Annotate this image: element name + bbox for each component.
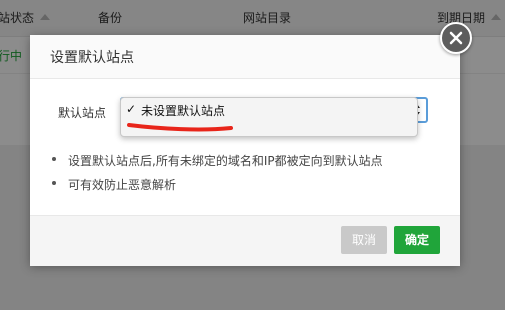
default-site-label: 默认站点 bbox=[58, 106, 107, 120]
bullet-icon bbox=[52, 157, 56, 161]
list-item: 可有效防止恶意解析 bbox=[52, 176, 383, 200]
note-list: 设置默认站点后,所有未绑定的域名和IP都被定向到默认站点 可有效防止恶意解析 bbox=[52, 152, 383, 200]
dialog-header: 设置默认站点 bbox=[30, 35, 460, 79]
dialog-title: 设置默认站点 bbox=[50, 50, 134, 66]
bullet-icon bbox=[52, 181, 56, 185]
close-button[interactable] bbox=[440, 22, 472, 54]
select-dropdown: ✓ 未设置默认站点 bbox=[120, 97, 418, 137]
red-underline-annotation bbox=[127, 123, 233, 132]
confirm-button[interactable]: 确定 bbox=[394, 226, 440, 254]
cancel-button[interactable]: 取消 bbox=[341, 226, 387, 254]
list-item: 设置默认站点后,所有未绑定的域名和IP都被定向到默认站点 bbox=[52, 152, 383, 176]
close-icon bbox=[449, 31, 463, 45]
